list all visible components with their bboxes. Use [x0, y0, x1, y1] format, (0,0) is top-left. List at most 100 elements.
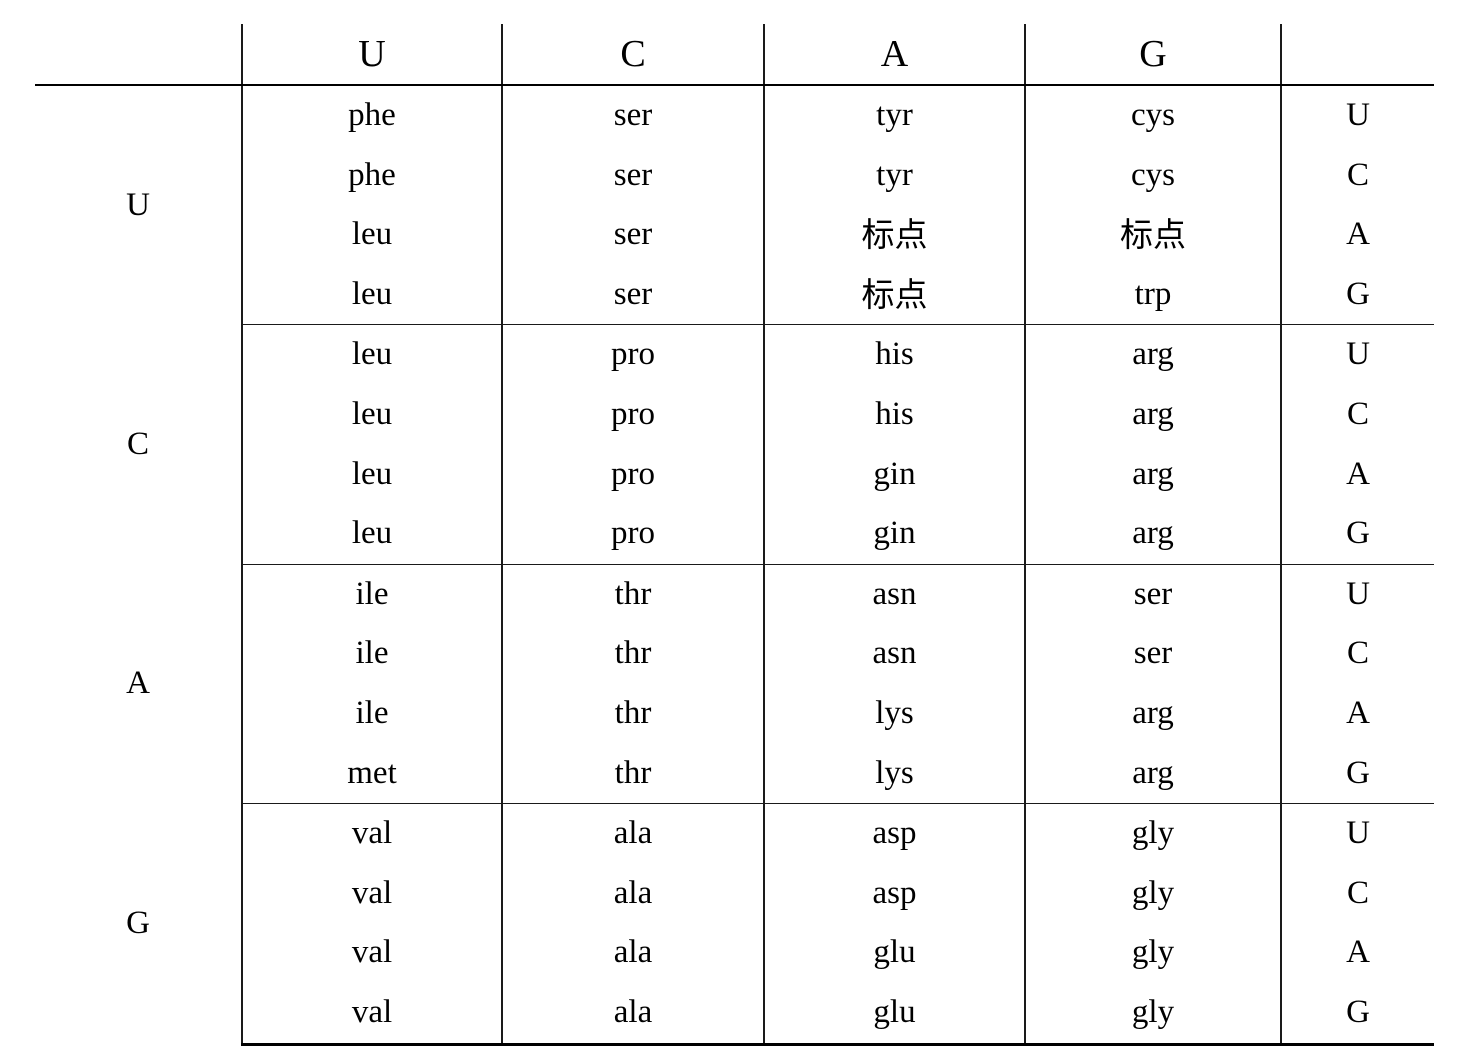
- third-base-label: C: [1280, 863, 1434, 924]
- third-base-label: A: [1280, 205, 1434, 265]
- codon-cell: asn: [763, 564, 1025, 625]
- third-base-label: C: [1280, 624, 1434, 684]
- column-header-a: A: [763, 24, 1025, 86]
- codon-cell: phe: [241, 85, 502, 146]
- codon-cell: 标点: [763, 205, 1025, 265]
- codon-cell: his: [763, 384, 1025, 445]
- codon-cell: ala: [501, 863, 764, 924]
- third-base-label: G: [1280, 264, 1434, 326]
- codon-cell: ser: [501, 145, 764, 206]
- codon-cell: ala: [501, 923, 764, 983]
- codon-cell: leu: [241, 504, 502, 565]
- table-row: ile thr lys arg A: [35, 683, 1434, 744]
- column-header-third-base: [1280, 24, 1434, 86]
- codon-cell: pro: [501, 384, 764, 445]
- table-row: leu pro gin arg A: [35, 444, 1434, 505]
- codon-cell: phe: [241, 145, 502, 206]
- third-base-label: G: [1280, 743, 1434, 805]
- codon-cell: val: [241, 803, 502, 864]
- table-row: leu ser 标点 trp G: [35, 264, 1434, 326]
- codon-cell: lys: [763, 683, 1025, 744]
- codon-cell: cys: [1024, 85, 1281, 146]
- table-body: Uphe ser tyr cys Uphe ser tyr cys Cleu ser 标点 标点 Ale…: [35, 85, 1434, 1046]
- codon-cell: arg: [1024, 384, 1281, 445]
- column-header-c: C: [501, 24, 764, 86]
- codon-cell: 标点: [1024, 205, 1281, 265]
- table-row: phe ser tyr cys C: [35, 145, 1434, 206]
- third-base-label: A: [1280, 683, 1434, 744]
- codon-cell: asp: [763, 863, 1025, 924]
- codon-cell: pro: [501, 504, 764, 565]
- codon-cell: thr: [501, 624, 764, 684]
- table-row: val ala glu gly A: [35, 923, 1434, 983]
- codon-cell: glu: [763, 923, 1025, 983]
- table-row: leu ser 标点 标点 A: [35, 205, 1434, 265]
- column-header-g: G: [1024, 24, 1281, 86]
- codon-cell: gly: [1024, 863, 1281, 924]
- header-corner-cell: [35, 24, 242, 86]
- third-base-label: C: [1280, 145, 1434, 206]
- codon-cell: ser: [1024, 624, 1281, 684]
- header-row: U C A G: [35, 24, 1434, 86]
- codon-cell: lys: [763, 743, 1025, 805]
- table-row: Cleu pro his arg U: [35, 324, 1434, 565]
- codon-cell: gin: [763, 504, 1025, 565]
- table-row: Aile thr asn ser U: [35, 564, 1434, 804]
- table-header: U C A G: [35, 24, 1434, 86]
- first-base-label-u: U: [35, 85, 242, 325]
- codon-cell: his: [763, 324, 1025, 385]
- genetic-codon-table: U C A G Uphe ser tyr cys Uphe ser tyr cys Cleu se…: [35, 24, 1434, 1046]
- third-base-label: C: [1280, 384, 1434, 445]
- codon-cell: val: [241, 863, 502, 924]
- codon-cell: gin: [763, 444, 1025, 505]
- table-row: met thr lys arg G: [35, 743, 1434, 805]
- codon-cell: ser: [501, 264, 764, 326]
- codon-cell: asn: [763, 624, 1025, 684]
- codon-cell: gly: [1024, 982, 1281, 1046]
- third-base-label: U: [1280, 803, 1434, 864]
- codon-cell: thr: [501, 564, 764, 625]
- codon-cell: val: [241, 923, 502, 983]
- codon-cell: cys: [1024, 145, 1281, 206]
- table-row: val ala glu gly G: [35, 982, 1434, 1046]
- codon-cell: pro: [501, 444, 764, 505]
- table-row: leu pro gin arg G: [35, 504, 1434, 565]
- codon-cell: ser: [501, 85, 764, 146]
- codon-table-container: U C A G Uphe ser tyr cys Uphe ser tyr cys Cleu se…: [35, 24, 1434, 1046]
- codon-cell: gly: [1024, 803, 1281, 864]
- first-base-label-c: C: [35, 324, 242, 565]
- codon-cell: leu: [241, 205, 502, 265]
- codon-cell: leu: [241, 264, 502, 326]
- codon-cell: leu: [241, 384, 502, 445]
- table-row: leu pro his arg C: [35, 384, 1434, 445]
- codon-cell: arg: [1024, 444, 1281, 505]
- codon-cell: leu: [241, 444, 502, 505]
- first-base-label-a: A: [35, 564, 242, 804]
- codon-cell: arg: [1024, 504, 1281, 565]
- codon-cell: pro: [501, 324, 764, 385]
- codon-cell: ser: [1024, 564, 1281, 625]
- codon-cell: ala: [501, 982, 764, 1046]
- codon-cell: ile: [241, 564, 502, 625]
- codon-cell: arg: [1024, 324, 1281, 385]
- codon-cell: met: [241, 743, 502, 805]
- table-row: ile thr asn ser C: [35, 624, 1434, 684]
- codon-cell: val: [241, 982, 502, 1046]
- codon-cell: tyr: [763, 85, 1025, 146]
- codon-cell: gly: [1024, 923, 1281, 983]
- codon-cell: 标点: [763, 264, 1025, 326]
- codon-cell: glu: [763, 982, 1025, 1046]
- third-base-label: U: [1280, 85, 1434, 146]
- first-base-label-g: G: [35, 803, 242, 1044]
- codon-cell: ile: [241, 683, 502, 744]
- codon-cell: leu: [241, 324, 502, 385]
- codon-cell: ile: [241, 624, 502, 684]
- codon-cell: arg: [1024, 743, 1281, 805]
- column-header-u: U: [241, 24, 502, 86]
- third-base-label: U: [1280, 564, 1434, 625]
- codon-cell: thr: [501, 683, 764, 744]
- codon-cell: arg: [1024, 683, 1281, 744]
- third-base-label: G: [1280, 982, 1434, 1046]
- table-row: val ala asp gly C: [35, 863, 1434, 924]
- codon-cell: asp: [763, 803, 1025, 864]
